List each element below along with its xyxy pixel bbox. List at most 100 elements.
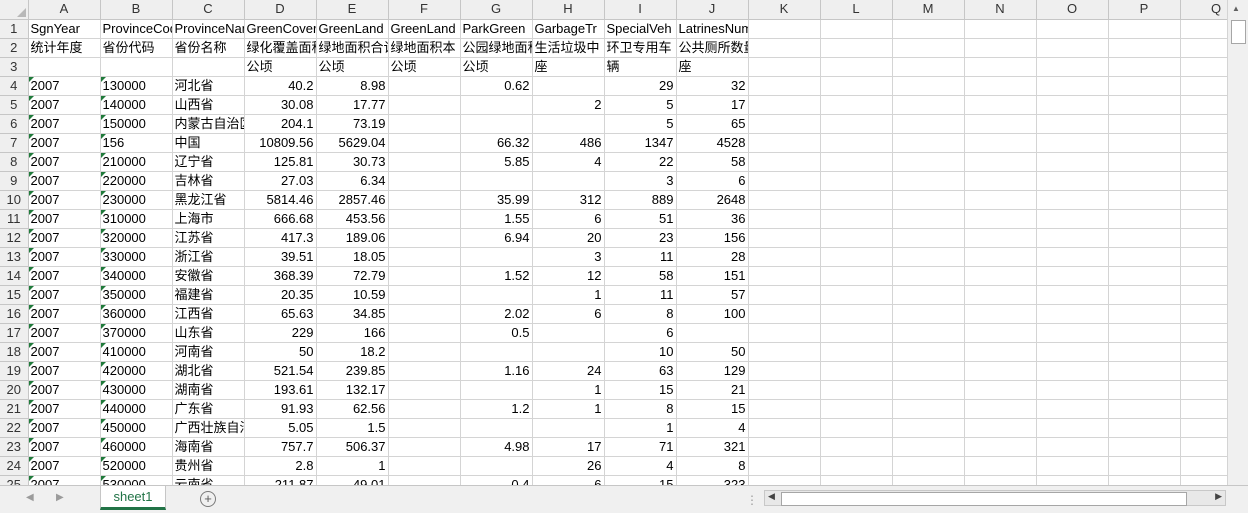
- cell[interactable]: [892, 361, 965, 381]
- row-header[interactable]: 10: [0, 190, 29, 210]
- row-header[interactable]: 25: [0, 475, 29, 485]
- cell[interactable]: [892, 76, 965, 96]
- cell[interactable]: ParkGreen: [460, 19, 533, 39]
- cell[interactable]: [1036, 247, 1109, 267]
- cell[interactable]: [820, 19, 893, 39]
- cell[interactable]: 72.79: [316, 266, 389, 286]
- cell[interactable]: [820, 304, 893, 324]
- cell[interactable]: 757.7: [244, 437, 317, 457]
- cell[interactable]: [964, 247, 1037, 267]
- cell[interactable]: 2007: [28, 418, 101, 438]
- cell[interactable]: 140000: [100, 95, 173, 115]
- cell[interactable]: 6: [532, 304, 605, 324]
- cell[interactable]: [892, 475, 965, 485]
- cell[interactable]: 150000: [100, 114, 173, 134]
- cell[interactable]: 239.85: [316, 361, 389, 381]
- cell[interactable]: 125.81: [244, 152, 317, 172]
- cell[interactable]: [748, 475, 821, 485]
- cell[interactable]: [1036, 437, 1109, 457]
- cell[interactable]: 广西壮族自治区: [172, 418, 245, 438]
- cell[interactable]: 8: [604, 399, 677, 419]
- cell[interactable]: [388, 133, 461, 153]
- cell[interactable]: [748, 304, 821, 324]
- cell[interactable]: [748, 361, 821, 381]
- cell[interactable]: [820, 209, 893, 229]
- cell[interactable]: [460, 456, 533, 476]
- cell[interactable]: [748, 456, 821, 476]
- cell[interactable]: [388, 399, 461, 419]
- cell[interactable]: [964, 95, 1037, 115]
- cell[interactable]: 2007: [28, 247, 101, 267]
- cell[interactable]: [964, 19, 1037, 39]
- cell[interactable]: 2007: [28, 266, 101, 286]
- cell[interactable]: 2007: [28, 152, 101, 172]
- cell[interactable]: 368.39: [244, 266, 317, 286]
- cell[interactable]: 6: [532, 209, 605, 229]
- cell[interactable]: 0.5: [460, 323, 533, 343]
- cell[interactable]: [1108, 475, 1181, 485]
- cell[interactable]: 6: [532, 475, 605, 485]
- cell[interactable]: [964, 76, 1037, 96]
- cell[interactable]: 公顷: [388, 57, 461, 77]
- cell[interactable]: [388, 437, 461, 457]
- cell[interactable]: 65.63: [244, 304, 317, 324]
- cell[interactable]: 189.06: [316, 228, 389, 248]
- cell[interactable]: 204.1: [244, 114, 317, 134]
- cell[interactable]: 内蒙古自治区: [172, 114, 245, 134]
- cell[interactable]: 17: [532, 437, 605, 457]
- cell[interactable]: [748, 114, 821, 134]
- cell[interactable]: [964, 399, 1037, 419]
- cell[interactable]: 2007: [28, 228, 101, 248]
- column-header[interactable]: M: [892, 0, 965, 20]
- cell[interactable]: [532, 114, 605, 134]
- cell[interactable]: [820, 247, 893, 267]
- cell[interactable]: 323: [676, 475, 749, 485]
- cell[interactable]: 2007: [28, 95, 101, 115]
- scroll-up-icon[interactable]: ▲: [1232, 4, 1240, 13]
- cell[interactable]: [1108, 247, 1181, 267]
- cell[interactable]: 座: [532, 57, 605, 77]
- cell[interactable]: [820, 171, 893, 191]
- cell[interactable]: 51: [604, 209, 677, 229]
- cell[interactable]: 浙江省: [172, 247, 245, 267]
- cell[interactable]: [748, 57, 821, 77]
- cell[interactable]: 海南省: [172, 437, 245, 457]
- cell[interactable]: 辆: [604, 57, 677, 77]
- cell[interactable]: 2007: [28, 323, 101, 343]
- cell[interactable]: [1108, 38, 1181, 58]
- tab-scroll-right-icon[interactable]: ▶: [56, 492, 64, 503]
- cell[interactable]: [388, 361, 461, 381]
- column-header[interactable]: P: [1108, 0, 1181, 20]
- column-header[interactable]: F: [388, 0, 461, 20]
- cell[interactable]: [820, 399, 893, 419]
- cell[interactable]: [460, 418, 533, 438]
- row-header[interactable]: 8: [0, 152, 29, 172]
- cell[interactable]: [1108, 380, 1181, 400]
- cell[interactable]: 江西省: [172, 304, 245, 324]
- cell[interactable]: 15: [676, 399, 749, 419]
- cell[interactable]: 30.73: [316, 152, 389, 172]
- cell[interactable]: [964, 152, 1037, 172]
- cell[interactable]: [460, 285, 533, 305]
- cell[interactable]: [748, 228, 821, 248]
- cell[interactable]: 321: [676, 437, 749, 457]
- cell[interactable]: 8: [604, 304, 677, 324]
- cell[interactable]: 2.8: [244, 456, 317, 476]
- cell[interactable]: 10.59: [316, 285, 389, 305]
- cell[interactable]: 530000: [100, 475, 173, 485]
- cell[interactable]: [388, 190, 461, 210]
- cell[interactable]: [1108, 399, 1181, 419]
- cell[interactable]: [100, 57, 173, 77]
- cell[interactable]: 360000: [100, 304, 173, 324]
- cell[interactable]: 58: [604, 266, 677, 286]
- cell[interactable]: 12: [532, 266, 605, 286]
- column-header[interactable]: L: [820, 0, 893, 20]
- cell[interactable]: [1108, 209, 1181, 229]
- cell[interactable]: 贵州省: [172, 456, 245, 476]
- cell[interactable]: [1108, 266, 1181, 286]
- cell[interactable]: 2857.46: [316, 190, 389, 210]
- cell[interactable]: [892, 133, 965, 153]
- cell[interactable]: 4.98: [460, 437, 533, 457]
- cell[interactable]: [892, 418, 965, 438]
- cell[interactable]: 66.32: [460, 133, 533, 153]
